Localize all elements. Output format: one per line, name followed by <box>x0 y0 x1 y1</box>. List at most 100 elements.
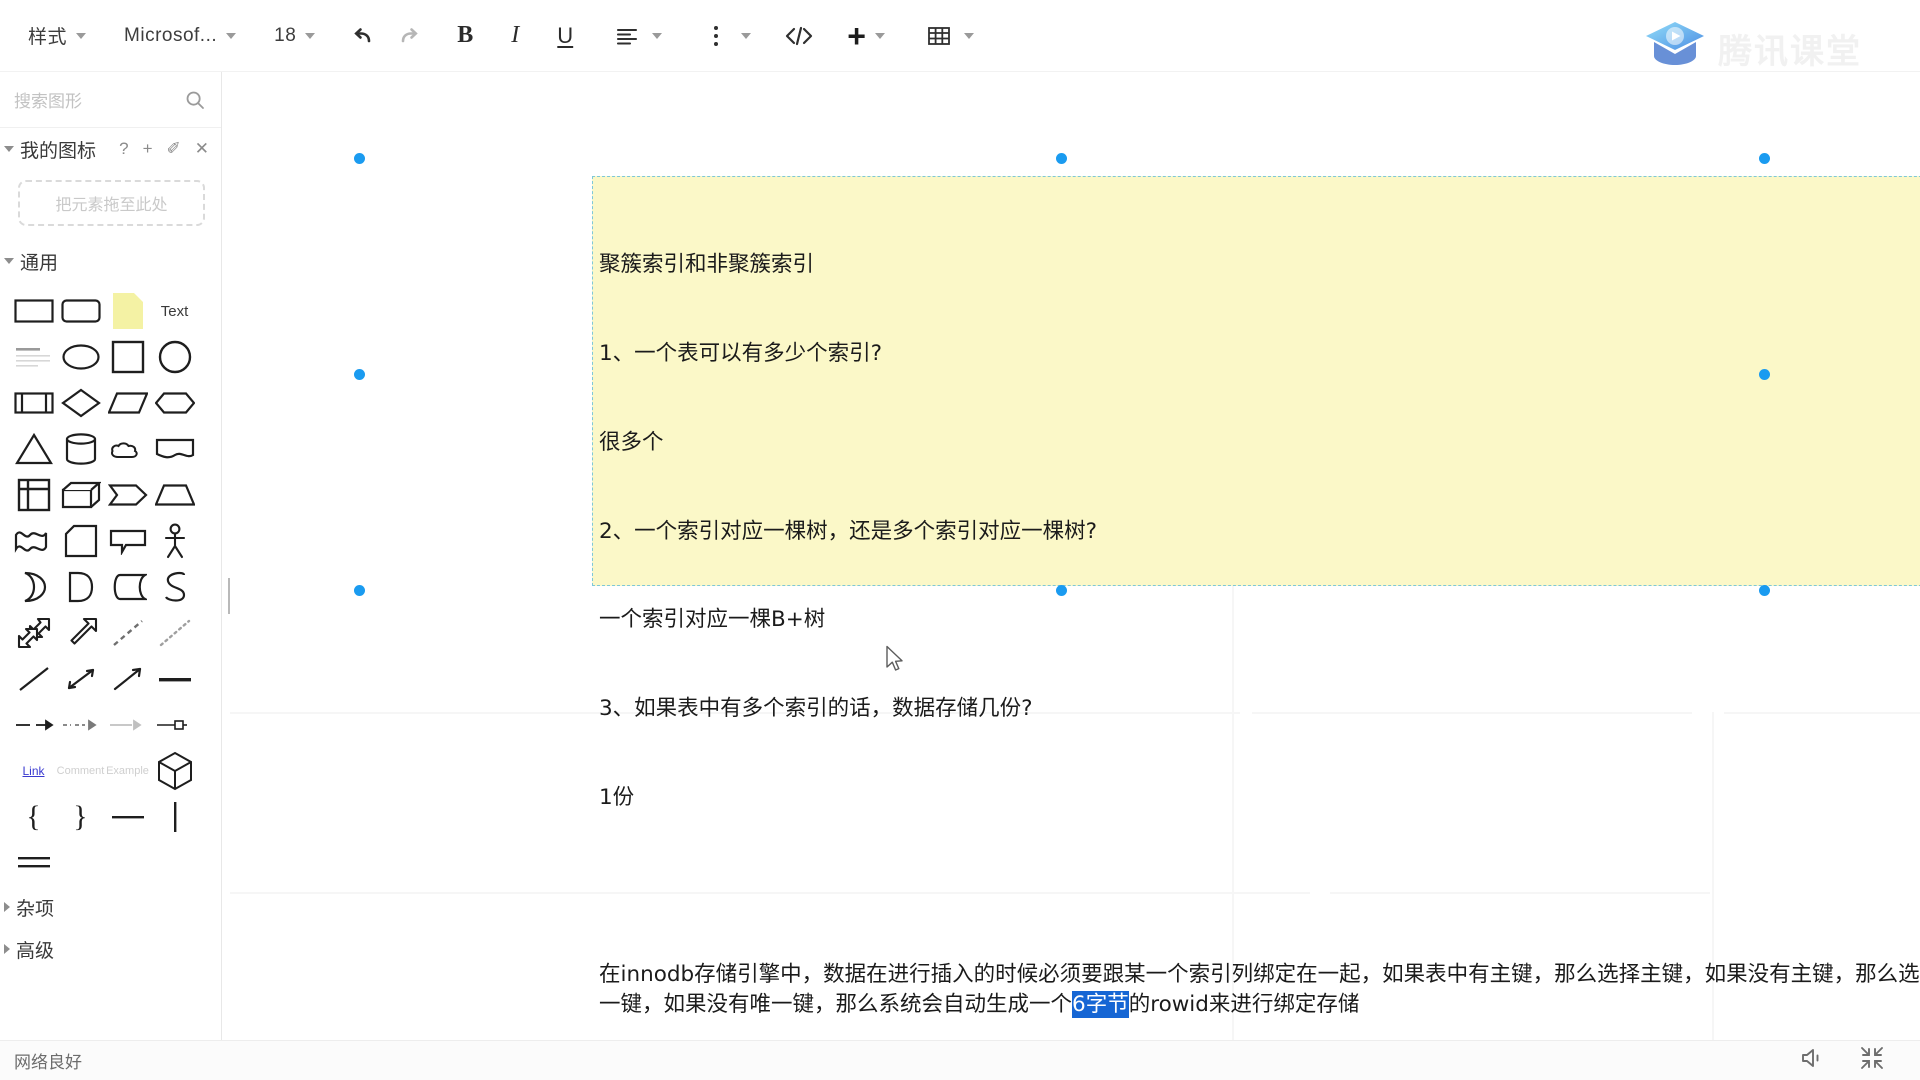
underline-button[interactable]: U <box>551 14 579 58</box>
shape-search-bar[interactable]: 搜索图形 <box>0 72 221 128</box>
shape-left-brace[interactable]: { <box>10 795 57 839</box>
font-size-dropdown[interactable]: 18 <box>268 14 321 58</box>
code-button[interactable] <box>783 20 815 52</box>
diagram-canvas[interactable]: 聚簇索引和非聚簇索引 1、一个表可以有多少个索引? 很多个 2、一个索引对应一棵… <box>222 72 1920 1040</box>
align-dropdown[interactable] <box>605 14 668 58</box>
close-icon[interactable]: ✕ <box>195 139 209 159</box>
shape-right-brace[interactable]: } <box>57 795 104 839</box>
shape-trapezoid[interactable] <box>151 473 198 517</box>
help-icon[interactable]: ? <box>119 139 128 159</box>
resize-handle-top-right[interactable] <box>1759 153 1770 164</box>
shape-cylinder[interactable] <box>57 427 104 471</box>
resize-handle-middle-left[interactable] <box>354 369 365 380</box>
shape-vertical-rule[interactable] <box>151 795 198 839</box>
shape-double-arrow[interactable] <box>10 611 57 655</box>
table-dropdown[interactable] <box>917 14 980 58</box>
shape-s-curve[interactable] <box>151 565 198 609</box>
bold-icon: B <box>457 22 474 48</box>
note-line: 一个索引对应一棵B+树 <box>599 607 826 633</box>
shape-actor[interactable] <box>151 519 198 563</box>
shape-hexagon[interactable] <box>151 381 198 425</box>
shape-connector-box[interactable] <box>151 703 198 747</box>
shape-square[interactable] <box>104 335 151 379</box>
panel-collapse-handle[interactable] <box>228 578 232 614</box>
shape-plain-line[interactable] <box>10 657 57 701</box>
shape-dotted-line[interactable] <box>151 611 198 655</box>
speaker-icon[interactable] <box>1800 1047 1826 1074</box>
shape-bidirectional-arrow[interactable] <box>57 657 104 701</box>
note-text-content[interactable]: 聚簇索引和非聚簇索引 1、一个表可以有多少个索引? 很多个 2、一个索引对应一棵… <box>593 177 1920 1040</box>
shape-callout[interactable] <box>104 519 151 563</box>
section-my-icons-label: 我的图标 <box>20 140 97 162</box>
font-family-dropdown[interactable]: Microsof... <box>118 14 242 58</box>
redo-button[interactable] <box>393 20 425 52</box>
shape-process[interactable] <box>10 381 57 425</box>
shape-directional-arrow[interactable] <box>104 657 151 701</box>
shape-text-label: Text <box>160 302 189 320</box>
chevron-down-icon <box>963 32 974 39</box>
exit-fullscreen-icon[interactable] <box>1860 1046 1884 1075</box>
shape-cube[interactable] <box>57 473 104 517</box>
shape-example[interactable]: Example <box>104 749 151 793</box>
more-options-dropdown[interactable] <box>694 14 757 58</box>
section-my-icons[interactable]: 我的图标 ? + ✐ ✕ <box>0 128 221 170</box>
status-bar: 网络良好 <box>0 1040 1920 1080</box>
shape-card[interactable] <box>57 519 104 563</box>
shape-document[interactable] <box>151 427 198 471</box>
shape-tape[interactable] <box>104 565 151 609</box>
sticky-text-object[interactable]: 聚簇索引和非聚簇索引 1、一个表可以有多少个索引? 很多个 2、一个索引对应一棵… <box>592 176 1920 1019</box>
shape-connector-arrow[interactable] <box>10 703 57 747</box>
shape-connector-dashed[interactable] <box>57 703 104 747</box>
add-icon[interactable]: + <box>143 139 153 159</box>
shape-search-input[interactable]: 搜索图形 <box>14 87 185 112</box>
selected-text-highlight[interactable]: 6字节 <box>1072 991 1129 1019</box>
italic-button[interactable]: I <box>505 14 525 58</box>
shape-diamond[interactable] <box>57 381 104 425</box>
resize-handle-top-center[interactable] <box>1056 153 1067 164</box>
resize-handle-middle-right[interactable] <box>1759 369 1770 380</box>
resize-handle-bottom-left[interactable] <box>354 585 365 596</box>
align-left-icon <box>611 20 643 52</box>
shape-ellipse[interactable] <box>57 335 104 379</box>
shape-double-rule[interactable] <box>10 841 57 885</box>
shape-half-round[interactable] <box>57 565 104 609</box>
shape-link[interactable]: Link <box>10 749 57 793</box>
shape-crescent[interactable] <box>10 565 57 609</box>
shape-rounded-rectangle[interactable] <box>57 289 104 333</box>
style-dropdown[interactable]: 样式 <box>22 14 92 58</box>
shape-text[interactable]: Text <box>151 289 198 333</box>
icon-dropzone[interactable]: 把元素拖至此处 <box>18 180 205 226</box>
shape-connector-faded[interactable] <box>104 703 151 747</box>
shape-dashed-line[interactable] <box>104 611 151 655</box>
shape-arrow-pentagon[interactable] <box>104 473 151 517</box>
shape-cloud[interactable] <box>104 427 151 471</box>
resize-handle-bottom-center[interactable] <box>1056 585 1067 596</box>
shape-circle[interactable] <box>151 335 198 379</box>
shape-sticky-note[interactable] <box>104 289 151 333</box>
shape-horizontal-rule[interactable] <box>104 795 151 839</box>
shape-single-arrow[interactable] <box>57 611 104 655</box>
shape-triangle[interactable] <box>10 427 57 471</box>
undo-button[interactable] <box>347 20 379 52</box>
shape-comment[interactable]: Comment <box>57 749 105 793</box>
shape-internal-storage[interactable] <box>10 473 57 517</box>
shape-rectangle[interactable] <box>10 289 57 333</box>
bold-button[interactable]: B <box>451 14 479 58</box>
chevron-down-icon <box>226 32 237 39</box>
shape-textbox-lines[interactable] <box>10 335 57 379</box>
edit-pencil-icon[interactable]: ✐ <box>167 139 181 159</box>
section-advanced[interactable]: 高级 <box>0 928 221 970</box>
resize-handle-bottom-right[interactable] <box>1759 585 1770 596</box>
chevron-down-icon <box>741 32 752 39</box>
section-general[interactable]: 通用 <box>0 240 221 282</box>
shape-parallelogram[interactable] <box>104 381 151 425</box>
search-icon[interactable] <box>185 90 205 110</box>
section-misc[interactable]: 杂项 <box>0 886 221 928</box>
shape-wave[interactable] <box>10 519 57 563</box>
shape-palette: Text Link Comment Example {} <box>0 282 221 886</box>
note-line: 1份 <box>599 784 635 810</box>
insert-dropdown[interactable]: + <box>841 14 891 58</box>
shape-thick-line[interactable] <box>151 657 198 701</box>
shape-isometric-cube[interactable] <box>151 749 198 793</box>
resize-handle-top-left[interactable] <box>354 153 365 164</box>
